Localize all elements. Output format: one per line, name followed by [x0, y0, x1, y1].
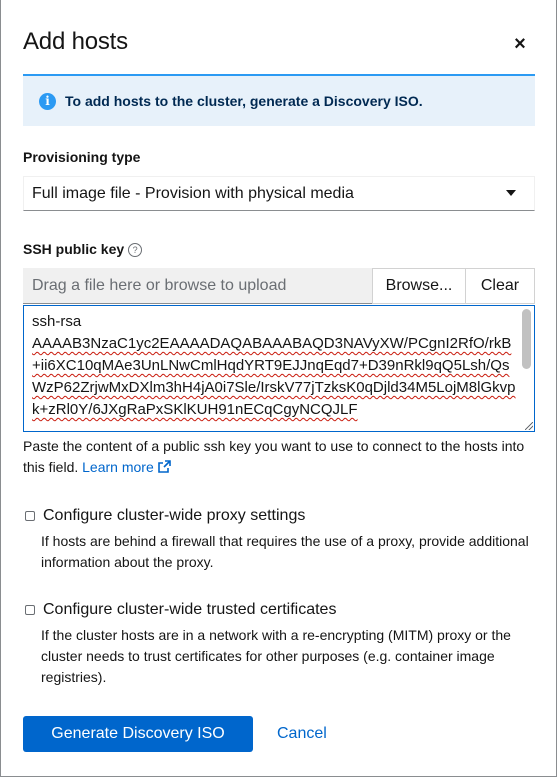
browse-button[interactable]: Browse... — [372, 268, 465, 304]
ssh-key-prefix: ssh-rsa — [32, 313, 82, 330]
provisioning-type-value: Full image file - Provision with physica… — [32, 184, 354, 202]
proxy-checkbox[interactable] — [25, 511, 35, 521]
cancel-button[interactable]: Cancel — [277, 716, 327, 752]
modal-title: Add hosts — [23, 28, 128, 55]
resize-handle[interactable] — [525, 422, 533, 430]
provisioning-type-select[interactable]: Full image file - Provision with physica… — [23, 176, 535, 211]
certs-checkbox[interactable] — [25, 605, 35, 615]
learn-more-link[interactable]: Learn more — [82, 459, 171, 475]
ssh-key-textarea[interactable]: ssh-rsa AAAAB3NzaC1yc2EAAAADAQABAAABAQD3… — [23, 305, 535, 432]
proxy-checkbox-row: Configure cluster-wide proxy settings — [23, 507, 305, 525]
ssh-key-label: SSH public key — [23, 241, 125, 257]
proxy-checkbox-label[interactable]: Configure cluster-wide proxy settings — [43, 507, 305, 525]
alert-text: To add hosts to the cluster, generate a … — [65, 93, 423, 109]
file-upload: Drag a file here or browse to upload Bro… — [23, 268, 535, 304]
clear-button[interactable]: Clear — [465, 268, 535, 304]
certs-checkbox-row: Configure cluster-wide trusted certifica… — [23, 601, 336, 619]
generate-iso-button[interactable]: Generate Discovery ISO — [23, 716, 253, 752]
ssh-key-label-row: SSH public key? — [23, 241, 143, 258]
info-icon: i — [39, 92, 56, 110]
certs-description: If the cluster hosts are in a network wi… — [41, 627, 511, 685]
provisioning-type-label: Provisioning type — [23, 149, 141, 165]
help-icon[interactable]: ? — [128, 243, 143, 258]
file-upload-dropzone[interactable]: Drag a file here or browse to upload — [23, 268, 372, 304]
learn-more-label: Learn more — [82, 459, 154, 475]
ssh-key-body: AAAAB3NzaC1yc2EAAAADAQABAAABAQD3NAVyXW/P… — [32, 335, 516, 418]
add-hosts-modal: Add hosts × i To add hosts to the cluste… — [0, 0, 557, 777]
certs-checkbox-label[interactable]: Configure cluster-wide trusted certifica… — [43, 601, 336, 619]
textarea-scrollbar[interactable] — [522, 309, 531, 369]
external-link-icon — [157, 460, 171, 473]
ssh-helper-text: Paste the content of a public ssh key yo… — [23, 436, 535, 478]
proxy-description: If hosts are behind a firewall that requ… — [41, 533, 529, 570]
close-icon[interactable]: × — [510, 34, 530, 54]
caret-down-icon — [506, 190, 516, 196]
info-alert: i To add hosts to the cluster, generate … — [23, 74, 535, 126]
